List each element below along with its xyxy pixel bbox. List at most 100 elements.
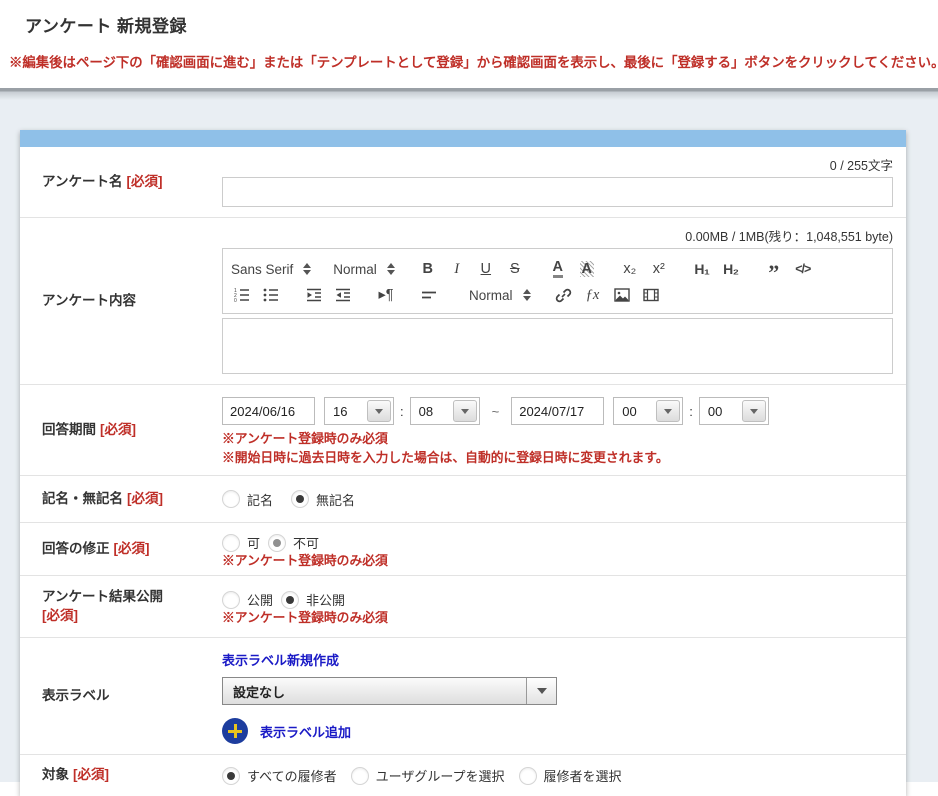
start-minute-dropdown-icon[interactable] — [453, 400, 477, 422]
select-dropdown-icon[interactable] — [526, 678, 556, 704]
add-display-label-link[interactable]: 表示ラベル追加 — [260, 722, 351, 741]
ordered-list-icon[interactable]: 120 — [231, 283, 253, 307]
radio-option-label: 公開 — [247, 590, 273, 609]
font-picker-value: Sans Serif — [231, 262, 293, 277]
answer-period-label: 回答期間 — [42, 422, 96, 437]
start-hour-dropdown-icon[interactable] — [367, 400, 391, 422]
radio-option-all-students[interactable]: すべての履修者 — [222, 766, 337, 785]
bullet-list-icon[interactable] — [260, 283, 282, 307]
end-hour-dropdown-icon[interactable] — [656, 400, 680, 422]
header-picker-value: Normal — [333, 262, 377, 277]
radio-option-anonymous[interactable]: 無記名 — [291, 490, 355, 509]
period-tilde: ~ — [492, 404, 500, 419]
survey-name-char-counter: 0 / 255文字 — [222, 155, 893, 174]
picker-arrows-icon — [303, 263, 311, 275]
radio-option-not-allowed[interactable]: 不可 — [268, 533, 319, 552]
align-icon[interactable] — [418, 283, 440, 307]
end-minute-combo[interactable]: 00 — [699, 397, 769, 425]
editor-toolbar: Sans Serif Normal B I U S — [222, 248, 893, 314]
subscript-icon[interactable]: x₂ — [619, 257, 641, 281]
header-1-icon[interactable]: H₁ — [691, 257, 713, 281]
radio-option-user-group[interactable]: ユーザグループを選択 — [351, 766, 505, 785]
video-icon[interactable] — [640, 283, 662, 307]
display-label-select[interactable]: 設定なし — [222, 677, 557, 705]
period-inputs-line: 16 : 08 ~ 00 : 00 — [222, 397, 893, 425]
blockquote-icon[interactable]: ” — [763, 257, 785, 281]
radio-icon[interactable] — [281, 591, 299, 609]
superscript-icon[interactable]: x² — [648, 257, 670, 281]
modification-required-badge: [必須] — [114, 541, 150, 556]
survey-name-required-badge: [必須] — [126, 174, 162, 189]
page-notice: ※編集後はページ下の「確認画面に進む」または「テンプレートとして登録」から確認画… — [0, 51, 938, 71]
header-picker[interactable]: Normal — [333, 262, 395, 277]
radio-option-named[interactable]: 記名 — [222, 490, 273, 509]
radio-option-private[interactable]: 非公開 — [281, 590, 345, 609]
form-row-survey-name: アンケート名 [必須] 0 / 255文字 — [20, 147, 906, 218]
answer-period-label-cell: 回答期間 [必須] — [20, 385, 222, 475]
size-picker[interactable]: Normal — [469, 288, 531, 303]
header-2-icon[interactable]: H₂ — [720, 257, 742, 281]
add-display-label-line: 表示ラベル追加 — [222, 718, 893, 744]
bold-icon[interactable]: B — [417, 257, 439, 281]
create-display-label-link[interactable]: 表示ラベル新規作成 — [222, 653, 339, 668]
modification-note: ※アンケート登録時のみ必須 — [222, 552, 893, 571]
image-icon[interactable] — [611, 283, 633, 307]
answer-period-content-cell: 16 : 08 ~ 00 : 00 — [222, 385, 906, 475]
italic-icon[interactable]: I — [446, 257, 468, 281]
start-minute-value: 08 — [419, 404, 433, 419]
radio-option-select-students[interactable]: 履修者を選択 — [519, 766, 622, 785]
survey-content-label: アンケート内容 — [42, 293, 136, 308]
radio-option-label: 非公開 — [306, 590, 345, 609]
survey-name-input[interactable] — [222, 177, 893, 207]
start-hour-combo[interactable]: 16 — [324, 397, 394, 425]
text-color-icon[interactable]: A — [547, 257, 569, 281]
radio-icon[interactable] — [222, 591, 240, 609]
survey-name-label-cell: アンケート名 [必須] — [20, 147, 222, 217]
start-hour-value: 16 — [333, 404, 347, 419]
background-color-icon[interactable]: A — [576, 257, 598, 281]
target-content-cell: すべての履修者 ユーザグループを選択 履修者を選択 — [222, 755, 906, 796]
radio-option-allowed[interactable]: 可 — [222, 533, 260, 552]
form-row-anonymity: 記名・無記名[必須] 記名 無記名 — [20, 476, 906, 523]
period-note-1: ※アンケート登録時のみ必須 — [222, 430, 893, 449]
radio-icon[interactable] — [222, 534, 240, 552]
indent-icon[interactable] — [332, 283, 354, 307]
start-date-input[interactable] — [222, 397, 315, 425]
result-publish-content-cell: 公開 非公開 ※アンケート登録時のみ必須 — [222, 576, 906, 637]
answer-period-required-badge: [必須] — [100, 422, 136, 437]
display-label-label-cell: 表示ラベル — [20, 638, 222, 754]
outdent-icon[interactable] — [303, 283, 325, 307]
strikethrough-icon[interactable]: S — [504, 257, 526, 281]
page-header: アンケート 新規登録 ※編集後はページ下の「確認画面に進む」または「テンプレート… — [0, 0, 938, 88]
radio-option-public[interactable]: 公開 — [222, 590, 273, 609]
radio-option-label: ユーザグループを選択 — [376, 766, 505, 785]
underline-icon[interactable]: U — [475, 257, 497, 281]
end-hour-combo[interactable]: 00 — [613, 397, 683, 425]
radio-icon[interactable] — [291, 490, 309, 508]
form-row-result-publish: アンケート結果公開[必須] 公開 非公開 ※アンケート登録時のみ必須 — [20, 576, 906, 638]
survey-content-label-cell: アンケート内容 — [20, 218, 222, 384]
text-direction-icon[interactable]: ▸¶ — [375, 283, 397, 307]
radio-icon[interactable] — [222, 490, 240, 508]
code-block-icon[interactable]: </> — [792, 257, 814, 281]
plus-icon[interactable] — [222, 718, 248, 744]
anonymity-required-badge: [必須] — [127, 491, 163, 506]
formula-icon[interactable]: ƒx — [582, 283, 604, 307]
link-icon[interactable] — [553, 283, 575, 307]
survey-name-label: アンケート名 — [42, 174, 122, 189]
editor-content-area[interactable] — [222, 318, 893, 374]
end-minute-value: 00 — [708, 404, 722, 419]
form-row-answer-modification: 回答の修正[必須] 可 不可 ※アンケート登録時のみ必須 — [20, 523, 906, 576]
display-label-label: 表示ラベル — [42, 688, 110, 703]
display-label-select-value: 設定なし — [223, 682, 285, 701]
end-date-input[interactable] — [511, 397, 604, 425]
font-picker[interactable]: Sans Serif — [231, 262, 311, 277]
picker-arrows-icon — [523, 289, 531, 301]
start-minute-combo[interactable]: 08 — [410, 397, 480, 425]
radio-icon[interactable] — [268, 534, 286, 552]
survey-form-panel: アンケート名[必須] 0 / 255文字 アンケート内容 0.00MB / 1M… — [20, 130, 906, 796]
end-minute-dropdown-icon[interactable] — [742, 400, 766, 422]
form-row-answer-period: 回答期間[必須] 16 : 08 ~ — [20, 385, 906, 476]
form-row-target: 対象[必須] すべての履修者 ユーザグループを選択 履修者を選択 — [20, 755, 906, 796]
radio-option-label: すべての履修者 — [247, 766, 337, 785]
